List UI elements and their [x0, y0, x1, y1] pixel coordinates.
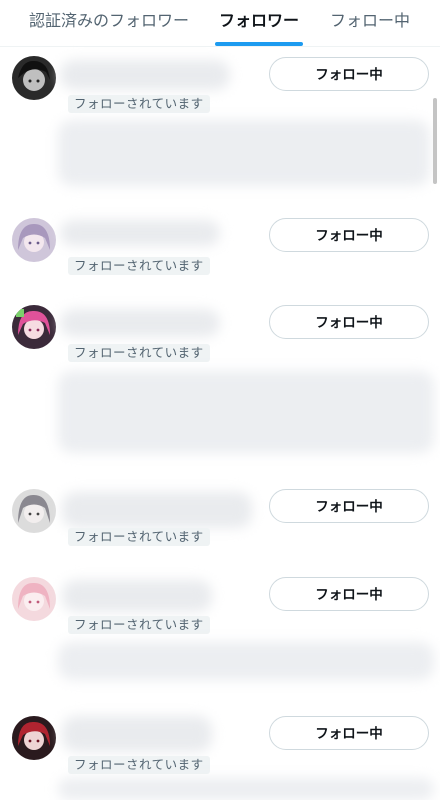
- scrollbar[interactable]: [433, 98, 437, 184]
- tab-verified-followers[interactable]: 認証済みのフォロワー: [20, 0, 198, 46]
- blurred-bio: [58, 371, 434, 453]
- user-row[interactable]: フォローされています フォロー中: [0, 54, 440, 204]
- user-row[interactable]: フォローされています フォロー中: [0, 216, 440, 286]
- follows-you-badge: フォローされています: [68, 756, 210, 774]
- blurred-name: [60, 220, 220, 246]
- follows-you-badge: フォローされています: [68, 344, 210, 362]
- user-row[interactable]: フォローされています フォロー中: [0, 303, 440, 473]
- follows-you-badge: フォローされています: [68, 95, 210, 113]
- follows-you-badge: フォローされています: [68, 616, 210, 634]
- lavender-hair-avatar[interactable]: [12, 218, 56, 262]
- red-hair-avatar[interactable]: [12, 716, 56, 760]
- pink-hair-avatar[interactable]: [12, 305, 56, 349]
- blurred-name: [60, 309, 220, 337]
- tab-following[interactable]: フォロー中: [320, 0, 420, 46]
- blurred-name: [62, 716, 212, 752]
- user-row[interactable]: フォローされています フォロー中: [0, 488, 440, 558]
- tab-followers[interactable]: フォロワー: [215, 0, 303, 46]
- blurred-name: [62, 492, 252, 528]
- follows-you-badge: フォローされています: [68, 528, 210, 546]
- following-button[interactable]: フォロー中: [269, 305, 429, 339]
- blurred-bio: [58, 120, 430, 186]
- following-button[interactable]: フォロー中: [269, 716, 429, 750]
- following-button[interactable]: フォロー中: [269, 218, 429, 252]
- grey-hair-avatar[interactable]: [12, 489, 56, 533]
- dark-hair-avatar[interactable]: [12, 56, 56, 100]
- blurred-name: [62, 580, 212, 612]
- pastel-pink-avatar[interactable]: [12, 577, 56, 621]
- following-button[interactable]: フォロー中: [269, 489, 429, 523]
- following-button[interactable]: フォロー中: [269, 57, 429, 91]
- user-row[interactable]: フォローされています フォロー中: [0, 576, 440, 696]
- follows-you-badge: フォローされています: [68, 257, 210, 275]
- following-button[interactable]: フォロー中: [269, 577, 429, 611]
- active-tab-indicator: [215, 42, 303, 46]
- blurred-bio: [58, 778, 434, 800]
- blurred-bio: [58, 642, 434, 680]
- blurred-name: [60, 60, 230, 90]
- tab-bar: 認証済みのフォロワー フォロワー フォロー中: [0, 0, 440, 47]
- user-row[interactable]: フォローされています フォロー中: [0, 714, 440, 800]
